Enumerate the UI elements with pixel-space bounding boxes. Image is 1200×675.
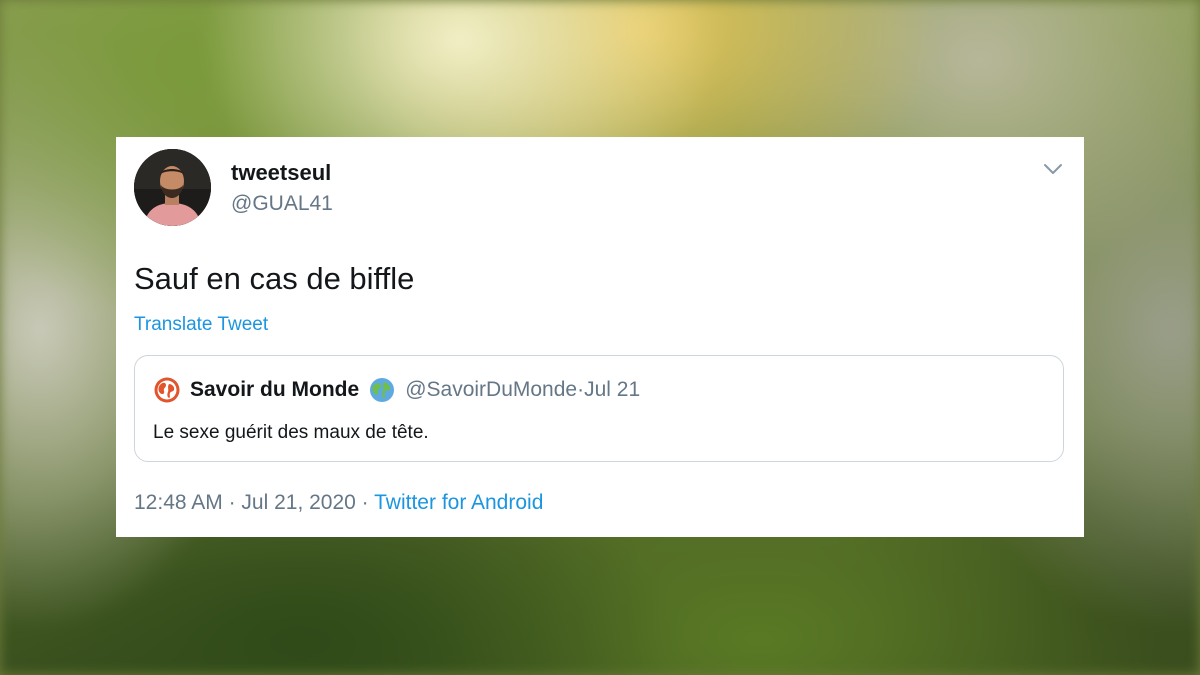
author-handle[interactable]: @GUAL41 [231,192,333,216]
tweet-card: tweetseul @GUAL41 Sauf en cas de biffle … [116,137,1084,537]
earth-logo-icon[interactable] [153,376,181,404]
tweet-footer: 12:48 AM · Jul 21, 2020 · Twitter for An… [134,491,543,515]
quoted-tweet-header: Savoir du Monde @SavoirDuMonde · Jul 21 [153,376,640,404]
author-name[interactable]: tweetseul [231,160,331,186]
chevron-down-icon[interactable] [1042,161,1064,177]
footer-separator: · [222,491,242,514]
tweet-time[interactable]: 12:48 AM [134,491,223,514]
globe-icon [369,377,395,403]
quoted-tweet-text: Le sexe guérit des maux de tête. [153,422,429,443]
quoted-tweet[interactable]: Savoir du Monde @SavoirDuMonde · Jul 21 … [134,355,1064,462]
tweet-text: Sauf en cas de biffle [134,261,415,296]
translate-tweet-link[interactable]: Translate Tweet [134,314,268,336]
quoted-date[interactable]: Jul 21 [584,378,640,402]
footer-separator: · [355,491,375,514]
quoted-author-name[interactable]: Savoir du Monde [190,378,359,402]
meta-separator: · [577,378,585,401]
quoted-author-handle[interactable]: @SavoirDuMonde [405,378,577,402]
avatar[interactable] [134,149,211,226]
tweet-source-link[interactable]: Twitter for Android [374,491,543,514]
tweet-date[interactable]: Jul 21, 2020 [241,491,355,514]
